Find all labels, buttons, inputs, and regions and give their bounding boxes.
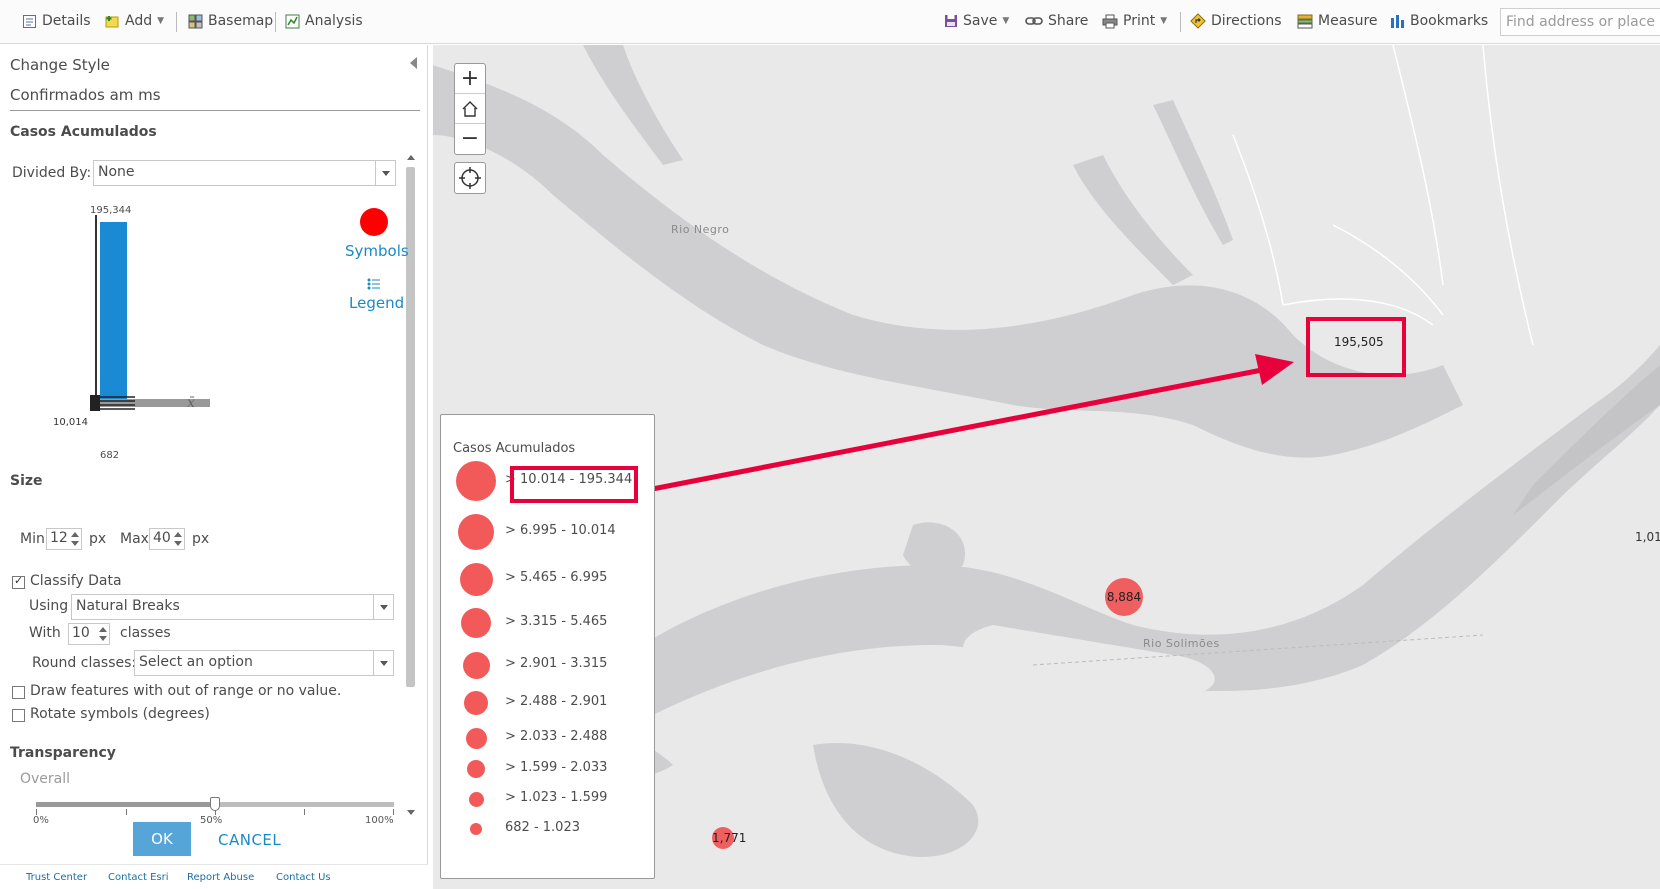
legend-label: > 2.901 - 3.315 bbox=[505, 656, 608, 671]
legend-symbol bbox=[462, 651, 490, 679]
legend-symbol bbox=[461, 608, 491, 638]
legend-symbol bbox=[456, 461, 496, 501]
legend-label: > 2.488 - 2.901 bbox=[505, 694, 608, 709]
legend-label: > 5.465 - 6.995 bbox=[505, 570, 608, 585]
legend-symbol bbox=[458, 514, 494, 550]
legend-title: Casos Acumulados bbox=[453, 441, 576, 456]
legend-symbol bbox=[465, 727, 487, 749]
legend-label: > 2.033 - 2.488 bbox=[505, 729, 608, 744]
legend-symbol bbox=[468, 791, 484, 807]
legend-symbol bbox=[467, 760, 485, 778]
annotation-highlight-box bbox=[510, 466, 638, 503]
legend-panel: Casos Acumulados > 10.014 - 195.344 > 6.9… bbox=[440, 414, 655, 879]
legend-label: 682 - 1.023 bbox=[505, 820, 580, 835]
legend-symbol bbox=[459, 562, 493, 596]
legend-label: > 3.315 - 5.465 bbox=[505, 614, 608, 629]
legend-label: > 1.023 - 1.599 bbox=[505, 790, 608, 805]
annotation-arrow bbox=[636, 354, 1294, 495]
legend-symbol bbox=[464, 691, 488, 715]
legend-label: > 1.599 - 2.033 bbox=[505, 760, 608, 775]
legend-symbol bbox=[470, 823, 482, 835]
legend-label: > 6.995 - 10.014 bbox=[505, 523, 616, 538]
